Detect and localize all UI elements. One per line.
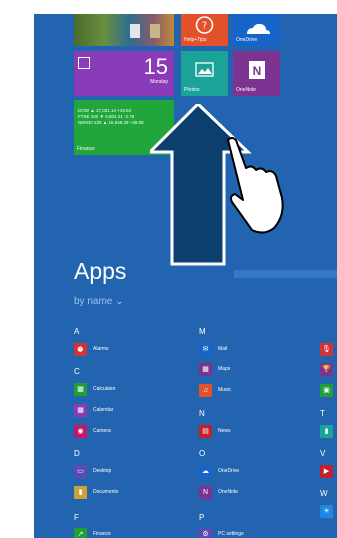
section-letter-f[interactable]: F <box>74 513 79 522</box>
app-item-mail[interactable]: ✉ Mail <box>199 342 227 356</box>
sort-by-name-dropdown[interactable]: by name ⌄ <box>74 296 124 307</box>
news-icon: ▤ <box>199 424 212 438</box>
finance-row-dow: DOW ▲ 17,031.14 +43.63 <box>78 108 132 113</box>
finance-row-nikkei: NIKKEI 225 ▲ 15,948.29 +39.08 <box>78 120 144 125</box>
mail-icon: ✉ <box>199 342 212 356</box>
app-item-finance[interactable]: ↗ Finance <box>74 527 111 538</box>
svg-text:N: N <box>253 64 262 78</box>
app-label: Alarms <box>93 346 109 352</box>
app-item-desktop[interactable]: ▭ Desktop <box>74 464 111 478</box>
app-label: Documents <box>93 489 119 495</box>
app-label: Calendar <box>93 407 114 413</box>
app-item-onenote[interactable]: N OneNote <box>199 485 238 499</box>
trophy-icon: 🏆 <box>320 362 333 376</box>
app-label: Desktop <box>93 468 112 474</box>
video-icon: ▶ <box>320 464 333 478</box>
app-item-partial-purple[interactable]: 🏆 <box>320 362 337 376</box>
app-item-partial-video[interactable]: ▶ <box>320 464 337 478</box>
app-item-partial-red[interactable]: 🎙 <box>320 342 337 356</box>
onenote-tile[interactable]: N OneNote <box>233 51 280 96</box>
hand-gesture-icon <box>227 137 284 234</box>
app-item-alarms[interactable]: ⏰ Alarms <box>74 342 109 356</box>
tile-label: Help+Tips <box>184 37 207 43</box>
tile-label: Finance <box>77 146 95 152</box>
gear-icon: ⚙ <box>199 527 212 538</box>
app-item-partial-green[interactable]: ▣ <box>320 383 337 397</box>
app-item-camera[interactable]: ◉ Camera <box>74 424 111 438</box>
app-label: Calculator <box>93 386 116 392</box>
desktop-icon: ▭ <box>74 464 87 478</box>
calendar-icon: ▦ <box>74 403 87 417</box>
app-label: Camera <box>93 428 111 434</box>
tile-label: OneDrive <box>236 37 258 43</box>
section-letter-n[interactable]: N <box>199 409 205 418</box>
store-icon: ▣ <box>320 383 333 397</box>
svg-text:?: ? <box>202 21 207 32</box>
app-label: OneNote <box>218 489 239 495</box>
briefcase-icon: ▮ <box>320 424 333 438</box>
section-letter-a[interactable]: A <box>74 327 79 336</box>
app-item-music[interactable]: ♫ Music <box>199 383 231 397</box>
folder-icon: ▮ <box>74 485 87 499</box>
photos-live-tile[interactable] <box>74 14 174 46</box>
section-letter-o[interactable]: O <box>199 449 205 458</box>
tile-label: OneNote <box>236 87 257 93</box>
app-label: Music <box>218 387 232 393</box>
calendar-grid-icon <box>78 57 90 69</box>
finance-row-ftse: FTSE 100 ▼ 6,804.21 -2.75 <box>78 114 135 119</box>
app-item-maps[interactable]: ▦ Maps <box>199 362 230 376</box>
help-tips-tile[interactable]: ? Help+Tips <box>181 14 228 46</box>
section-letter-c[interactable]: C <box>74 367 80 376</box>
camera-icon: ◉ <box>74 424 87 438</box>
alarm-clock-icon: ⏰ <box>74 342 87 356</box>
app-label: OneDrive <box>218 468 240 474</box>
calendar-tile[interactable]: 15 Monday <box>74 51 174 96</box>
app-item-onedrive[interactable]: ☁ OneDrive <box>199 464 239 478</box>
app-item-partial-teal[interactable]: ▮ <box>320 424 337 438</box>
sun-icon: ☀ <box>320 504 333 518</box>
cloud-icon: ☁ <box>199 464 212 478</box>
section-letter-t[interactable]: T <box>320 409 325 418</box>
apps-title: Apps <box>74 258 127 284</box>
photo-thumb <box>150 24 160 38</box>
map-icon: ▦ <box>199 362 212 376</box>
microphone-icon: 🎙 <box>320 342 333 356</box>
app-item-calendar[interactable]: ▦ Calendar <box>74 403 113 417</box>
app-item-news[interactable]: ▤ News <box>199 424 231 438</box>
calendar-day-number: 15 <box>143 54 168 79</box>
calculator-icon: ▦ <box>74 382 87 396</box>
calendar-day-name: Monday <box>150 79 168 85</box>
tile-label: Photos <box>184 87 200 93</box>
section-letter-p[interactable]: P <box>199 513 204 522</box>
onedrive-tile[interactable]: OneDrive <box>233 14 280 46</box>
section-letter-d[interactable]: D <box>74 449 80 458</box>
app-label: Finance <box>93 531 111 537</box>
finance-chart-icon: ↗ <box>74 527 87 538</box>
app-label: News <box>218 428 231 434</box>
section-letter-v[interactable]: V <box>320 449 325 458</box>
section-letter-w[interactable]: W <box>320 489 328 498</box>
app-item-documents[interactable]: ▮ Documents <box>74 485 118 499</box>
photo-thumb <box>130 24 140 38</box>
app-item-pc-settings[interactable]: ⚙ PC settings <box>199 527 244 538</box>
section-letter-m[interactable]: M <box>199 327 206 336</box>
app-label: Maps <box>218 366 231 372</box>
app-item-partial-weather[interactable]: ☀ <box>320 504 337 518</box>
headphones-icon: ♫ <box>199 383 212 397</box>
start-screen: ? Help+Tips OneDrive 15 Monday Photos N … <box>34 14 337 538</box>
app-label: Mail <box>218 346 228 352</box>
onenote-icon: N <box>199 485 212 499</box>
app-label: PC settings <box>218 531 244 537</box>
app-item-calculator[interactable]: ▦ Calculator <box>74 382 116 396</box>
photos-tile[interactable]: Photos <box>181 51 228 96</box>
